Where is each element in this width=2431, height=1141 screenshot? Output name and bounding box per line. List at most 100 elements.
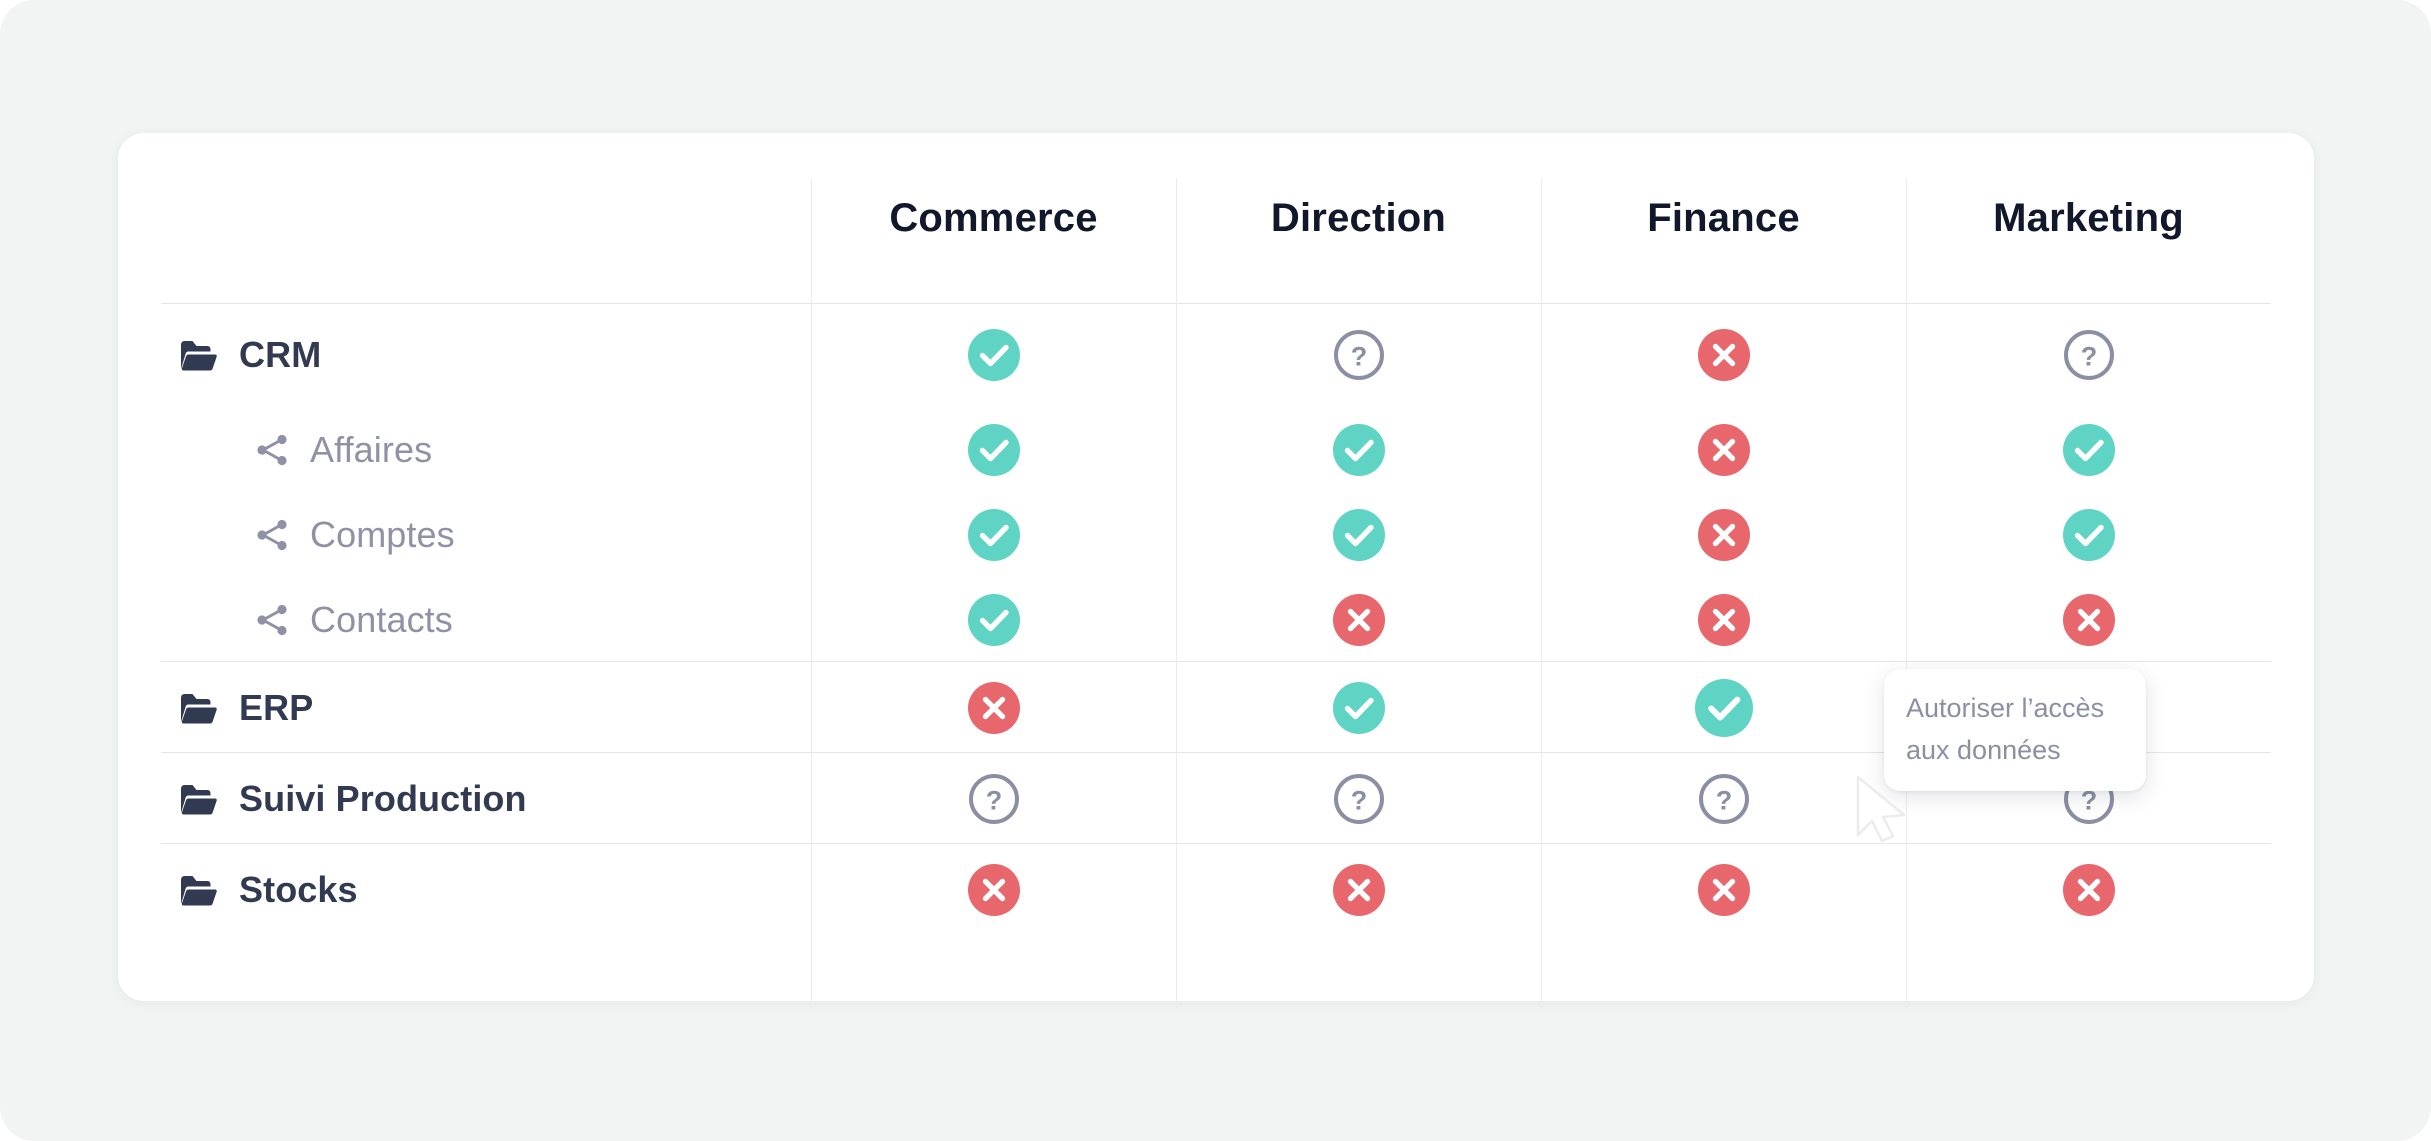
status-cell-finance[interactable] (1541, 863, 1906, 916)
matrix-body: CRM?? Affaires Comptes Contacts ERP Suivi Pro… (161, 303, 2271, 935)
status-cell-direction[interactable]: ? (1176, 329, 1541, 381)
folder-open-icon-svg (181, 341, 217, 371)
question-circle-icon[interactable]: ? (2063, 329, 2115, 381)
cross-circle-icon-svg (2062, 863, 2115, 916)
column-header-label: Commerce (889, 195, 1098, 240)
table-row: Stocks (161, 844, 2271, 935)
mouse-pointer-icon (1852, 773, 1914, 845)
share-nodes-icon (254, 432, 290, 468)
row-label-cell[interactable]: Stocks (161, 869, 811, 911)
column-header-label: Finance (1647, 195, 1800, 240)
folder-open-icon (179, 873, 217, 907)
row-label: CRM (239, 334, 322, 375)
folder-open-icon-svg (181, 875, 217, 905)
status-cell-commerce[interactable] (811, 593, 1176, 646)
check-circle-icon[interactable] (967, 329, 1020, 381)
question-circle-icon-svg: ? (968, 773, 1019, 824)
cross-circle-icon[interactable] (2062, 863, 2115, 916)
status-cell-marketing[interactable] (1906, 423, 2271, 476)
status-cell-direction[interactable] (1176, 593, 1541, 646)
status-cell-finance[interactable] (1541, 423, 1906, 476)
table-row: Contacts (161, 577, 2271, 662)
status-cell-finance[interactable] (1541, 508, 1906, 561)
status-cell-commerce[interactable] (811, 423, 1176, 476)
check-circle-icon-svg (967, 593, 1020, 646)
cross-circle-icon-svg (967, 863, 1020, 916)
status-cell-direction[interactable]: ? (1176, 773, 1541, 825)
status-cell-direction[interactable] (1176, 681, 1541, 734)
screenshot-root: Commerce Direction Finance Marketing CRM… (0, 0, 2431, 1141)
cross-circle-icon-svg (2062, 593, 2115, 646)
cross-circle-icon[interactable] (1332, 863, 1385, 916)
row-label-cell[interactable]: Comptes (161, 514, 811, 556)
svg-text:?: ? (2080, 342, 2097, 372)
question-circle-icon[interactable]: ? (1333, 329, 1385, 381)
column-header-commerce: Commerce (811, 133, 1176, 303)
check-circle-icon[interactable] (1332, 423, 1385, 476)
row-label-cell[interactable]: Suivi Production (161, 778, 811, 820)
row-label-cell[interactable]: Affaires (161, 429, 811, 471)
check-circle-icon-svg (967, 508, 1020, 561)
row-label-cell[interactable]: ERP (161, 687, 811, 729)
status-cell-marketing[interactable] (1906, 593, 2271, 646)
folder-open-icon-svg (181, 693, 217, 723)
cross-circle-icon-svg (1697, 508, 1750, 561)
check-circle-icon[interactable] (1332, 681, 1385, 734)
status-cell-commerce[interactable] (811, 508, 1176, 561)
status-cell-marketing[interactable]: ? (1906, 329, 2271, 381)
cross-circle-icon[interactable] (1697, 329, 1750, 381)
folder-open-icon (179, 691, 217, 725)
question-circle-icon[interactable]: ? (968, 773, 1020, 825)
tooltip-line-2: aux données (1906, 735, 2061, 765)
cross-circle-icon[interactable] (1697, 508, 1750, 561)
cross-circle-icon[interactable] (1697, 423, 1750, 476)
cross-circle-icon-svg (1332, 863, 1385, 916)
check-circle-icon[interactable] (2062, 508, 2115, 561)
cross-circle-icon[interactable] (967, 681, 1020, 734)
header-corner-cell (161, 133, 811, 303)
status-cell-commerce[interactable] (811, 329, 1176, 381)
question-circle-icon[interactable]: ? (1698, 773, 1750, 825)
tooltip-line-1: Autoriser l’accès (1906, 693, 2105, 723)
svg-text:?: ? (1715, 785, 1732, 815)
column-header-finance: Finance (1541, 133, 1906, 303)
cross-circle-icon[interactable] (1332, 593, 1385, 646)
check-circle-icon[interactable] (1694, 678, 1753, 737)
status-cell-commerce[interactable] (811, 863, 1176, 916)
status-cell-marketing[interactable] (1906, 508, 2271, 561)
status-cell-commerce[interactable]: ? (811, 773, 1176, 825)
cross-circle-icon[interactable] (1697, 593, 1750, 646)
row-label-cell[interactable]: Contacts (161, 599, 811, 641)
row-label-cell[interactable]: CRM (161, 334, 811, 376)
status-cell-finance[interactable] (1541, 329, 1906, 381)
matrix-header-row: Commerce Direction Finance Marketing (161, 133, 2271, 303)
status-cell-direction[interactable] (1176, 508, 1541, 561)
status-cell-commerce[interactable] (811, 681, 1176, 734)
table-row: Comptes (161, 492, 2271, 577)
cross-circle-icon[interactable] (1697, 863, 1750, 916)
cross-circle-icon[interactable] (2062, 593, 2115, 646)
question-circle-icon-svg: ? (1333, 330, 1384, 380)
status-cell-direction[interactable] (1176, 423, 1541, 476)
permissions-card: Commerce Direction Finance Marketing CRM… (118, 133, 2314, 1008)
share-nodes-icon-svg (257, 434, 287, 465)
check-circle-icon[interactable] (967, 423, 1020, 476)
permissions-matrix: Commerce Direction Finance Marketing CRM… (118, 133, 2314, 1008)
folder-open-icon (179, 338, 217, 372)
table-row: Affaires (161, 407, 2271, 492)
status-cell-finance[interactable] (1541, 678, 1906, 737)
check-circle-icon[interactable] (967, 508, 1020, 561)
status-cell-direction[interactable] (1176, 863, 1541, 916)
share-nodes-icon (254, 517, 290, 553)
check-circle-icon-svg (2062, 423, 2115, 476)
question-circle-icon[interactable]: ? (1333, 773, 1385, 825)
status-cell-finance[interactable] (1541, 593, 1906, 646)
column-header-direction: Direction (1176, 133, 1541, 303)
status-cell-marketing[interactable] (1906, 863, 2271, 916)
check-circle-icon[interactable] (1332, 508, 1385, 561)
check-circle-icon[interactable] (2062, 423, 2115, 476)
cross-circle-icon-svg (967, 681, 1020, 734)
cross-circle-icon-svg (1697, 329, 1750, 381)
cross-circle-icon[interactable] (967, 863, 1020, 916)
check-circle-icon[interactable] (967, 593, 1020, 646)
